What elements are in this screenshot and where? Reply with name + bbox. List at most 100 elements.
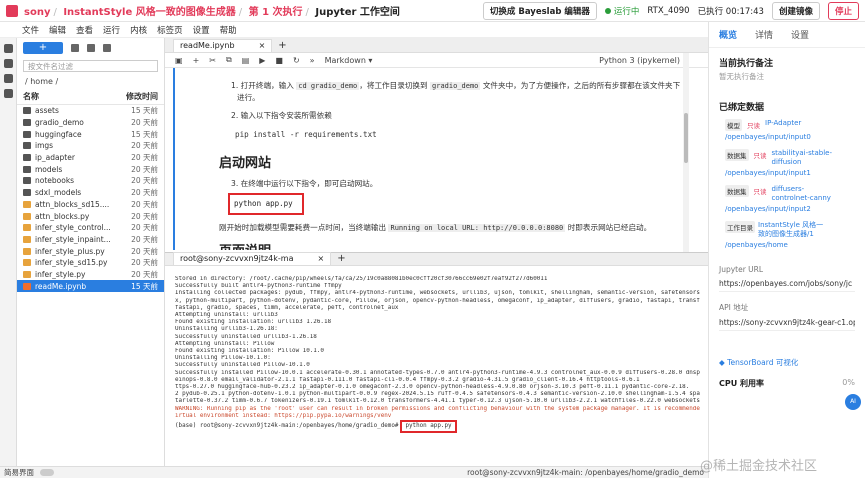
- file-path[interactable]: / home /: [17, 74, 164, 89]
- heading-page-desc: 页面说明: [219, 240, 271, 250]
- terminal-line: fastapi, gradio, spaces, timm, accelerat…: [175, 304, 399, 311]
- restart-icon[interactable]: ↻: [293, 56, 300, 65]
- tab-overview[interactable]: 概览: [719, 28, 737, 41]
- file-date: 15 天前: [131, 129, 158, 139]
- menu-file[interactable]: 文件: [22, 24, 39, 36]
- running-icon[interactable]: [4, 59, 13, 68]
- file-row[interactable]: sdxl_models 20 天前: [17, 187, 164, 199]
- file-row[interactable]: infer_style_control... 20 天前: [17, 222, 164, 234]
- add-cell-icon[interactable]: +: [193, 56, 200, 65]
- tab-settings[interactable]: 设置: [791, 28, 809, 41]
- col-name[interactable]: 名称: [23, 91, 39, 102]
- new-folder-icon[interactable]: [71, 44, 79, 52]
- terminal-line: Attempting uninstall: urllib3: [175, 312, 278, 319]
- add-tab-icon[interactable]: +: [278, 39, 286, 52]
- file-date: 20 天前: [131, 141, 158, 151]
- file-list-header: 名称 修改时间: [17, 89, 164, 105]
- file-row[interactable]: ip_adapter 20 天前: [17, 152, 164, 164]
- stop-icon[interactable]: ■: [275, 56, 283, 65]
- terminal-line: Uninstalling Pillow-10.1.0:: [175, 355, 271, 362]
- fast-forward-icon[interactable]: »: [310, 56, 315, 65]
- menu-help[interactable]: 帮助: [220, 24, 237, 36]
- terminal-line: Found existing installation: Pillow 10.1…: [175, 348, 324, 355]
- menu-settings[interactable]: 设置: [193, 24, 210, 36]
- file-name: infer_style_sd15.py: [35, 258, 108, 268]
- file-row[interactable]: attn_blocks_sd15.... 20 天前: [17, 199, 164, 211]
- stop-button[interactable]: 停止: [827, 1, 859, 20]
- cut-icon[interactable]: ✂: [209, 56, 216, 65]
- menu-edit[interactable]: 编辑: [49, 24, 66, 36]
- crumb-user[interactable]: sony: [24, 7, 50, 18]
- run-icon[interactable]: ▶: [259, 56, 265, 65]
- terminal[interactable]: Stored in directory: /root/.cache/pip/wh…: [165, 266, 708, 466]
- file-row[interactable]: infer_style.py 20 天前: [17, 269, 164, 281]
- simple-mode-toggle[interactable]: [40, 469, 54, 476]
- file-row[interactable]: gradio_demo 20 天前: [17, 117, 164, 129]
- terminal-line: Uninstalling urllib3-1.26.18:: [175, 326, 278, 333]
- data-name-link[interactable]: InstantStyle 风格一致的图像生成器/1: [758, 221, 824, 239]
- file-row[interactable]: imgs 20 天前: [17, 140, 164, 152]
- file-row[interactable]: infer_style_sd15.py 20 天前: [17, 257, 164, 269]
- file-row[interactable]: infer_style_plus.py 20 天前: [17, 245, 164, 257]
- crumb-project[interactable]: InstantStyle 风格一致的图像生成器: [63, 7, 235, 18]
- cell-type-select[interactable]: Markdown ▾: [325, 56, 373, 65]
- menu-run[interactable]: 运行: [103, 24, 120, 36]
- file-date: 20 天前: [131, 211, 158, 221]
- data-name-link[interactable]: diffusers-controlnet-canny: [772, 185, 838, 203]
- close-icon[interactable]: ×: [317, 253, 324, 265]
- col-modified[interactable]: 修改时间: [126, 91, 158, 102]
- api-url-field[interactable]: https://sony-zcvvxn9jtz4k-gear-c1.op: [719, 315, 855, 331]
- save-icon[interactable]: ▣: [175, 56, 183, 65]
- refresh-icon[interactable]: [103, 44, 111, 52]
- file-date: 20 天前: [131, 164, 158, 174]
- terminal-line: einops-0.8.0 email_validator-2.1.1 fasta…: [175, 376, 640, 383]
- menu-kernel[interactable]: 内核: [130, 24, 147, 36]
- ai-assistant-button[interactable]: AI: [845, 394, 861, 410]
- file-row[interactable]: attn_blocks.py 20 天前: [17, 210, 164, 222]
- file-row[interactable]: assets 15 天前: [17, 105, 164, 117]
- menu-tabs[interactable]: 标签页: [157, 24, 183, 36]
- upload-icon[interactable]: [87, 44, 95, 52]
- file-row[interactable]: notebooks 20 天前: [17, 175, 164, 187]
- kernel-status[interactable]: Python 3 (ipykernel): [599, 56, 708, 65]
- note-empty: 暂无执行备注: [719, 72, 764, 81]
- terminal-line: 2 pydub-0.25.1 python-dotenv-1.0.1 pytho…: [175, 391, 700, 398]
- terminal-line: x, python-multipart, python-dotenv, pyda…: [175, 297, 700, 304]
- paste-icon[interactable]: ▤: [242, 56, 250, 65]
- add-tab-icon[interactable]: +: [337, 252, 345, 265]
- new-launcher-button[interactable]: +: [23, 42, 63, 54]
- close-icon[interactable]: ×: [259, 40, 266, 52]
- gpu-label: RTX_4090: [647, 5, 690, 16]
- file-row[interactable]: infer_style_inpaint... 20 天前: [17, 234, 164, 246]
- file-row[interactable]: readMe.ipynb 15 天前: [17, 280, 164, 292]
- bound-data-item: 工作目录 InstantStyle 风格一致的图像生成器/1/openbayes/…: [709, 221, 865, 249]
- terminal-tabs: root@sony-zcvvxn9jtz4k-ma × +: [165, 252, 708, 266]
- create-image-button[interactable]: 创建镜像: [771, 1, 820, 20]
- jupyter-url-field[interactable]: https://openbayes.com/jobs/sony/jc: [719, 276, 855, 292]
- file-name: attn_blocks_sd15....: [35, 199, 110, 209]
- tab-terminal[interactable]: root@sony-zcvvxn9jtz4k-ma ×: [173, 252, 332, 265]
- python-file-icon: [23, 200, 31, 208]
- extensions-icon[interactable]: [4, 89, 13, 98]
- bound-data-title: 已绑定数据: [719, 103, 765, 113]
- data-name-link[interactable]: stabilityai-stable-diffusion: [772, 149, 838, 167]
- copy-icon[interactable]: ⧉: [226, 55, 232, 65]
- file-row[interactable]: models 20 天前: [17, 163, 164, 175]
- tab-readme[interactable]: readMe.ipynb ×: [173, 39, 273, 52]
- switch-editor-button[interactable]: 切换成 Bayeslab 编辑器: [482, 1, 597, 20]
- folder-icon[interactable]: [4, 44, 13, 53]
- data-name-link[interactable]: IP-Adapter: [765, 119, 831, 128]
- file-date: 20 天前: [131, 176, 158, 186]
- python-file-icon: [23, 212, 31, 220]
- file-date: 20 天前: [131, 153, 158, 163]
- tab-details[interactable]: 详情: [755, 28, 773, 41]
- tensorboard-link[interactable]: ◆ TensorBoard 可视化: [719, 357, 855, 368]
- file-row[interactable]: huggingface 15 天前: [17, 128, 164, 140]
- notebook-scrollbar[interactable]: [683, 53, 689, 253]
- file-filter-input[interactable]: 按文件名过滤: [23, 60, 158, 72]
- commands-icon[interactable]: [4, 74, 13, 83]
- crumb-run[interactable]: 第 1 次执行: [249, 7, 303, 18]
- data-kind-tag: 数据集: [725, 185, 749, 197]
- folder-icon: [23, 189, 31, 197]
- menu-view[interactable]: 查看: [76, 24, 93, 36]
